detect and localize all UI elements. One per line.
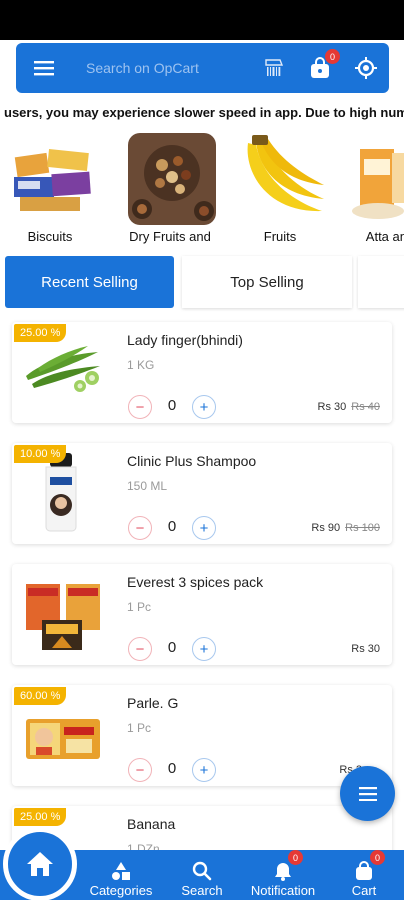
location-target-icon[interactable]: [343, 43, 389, 93]
status-bar: [0, 0, 404, 40]
decrease-qty-button[interactable]: −: [128, 395, 152, 419]
announcement-marquee: users, you may experience slower speed i…: [4, 105, 404, 120]
quantity-value: 0: [167, 518, 177, 535]
tab-recent-selling[interactable]: Recent Selling: [5, 256, 174, 308]
category-atta[interactable]: Atta and: [344, 130, 404, 250]
category-biscuits[interactable]: Biscuits: [4, 130, 96, 250]
home-button[interactable]: [3, 827, 77, 900]
okra-image: [22, 332, 104, 412]
product-name: Banana: [127, 816, 176, 832]
discount-badge: 25.00 %: [14, 324, 67, 342]
increase-qty-button[interactable]: +: [192, 516, 216, 540]
product-unit: 1 Pc: [127, 600, 152, 614]
nav-categories[interactable]: Categories: [88, 854, 154, 898]
price: Rs 30: [351, 643, 380, 655]
sale-price: Rs 30: [351, 643, 380, 655]
product-name: Everest 3 spices pack: [127, 574, 264, 590]
categories-icon: [112, 862, 130, 880]
quantity-value: 0: [167, 639, 177, 656]
fruits-image: [238, 133, 326, 225]
biscuits-image: [8, 133, 96, 225]
cart-count-badge: 0: [325, 49, 340, 64]
product-card[interactable]: 10.00 % Clinic Plus Shampoo 150 ML − 0 +…: [12, 443, 392, 544]
notification-count-badge: 0: [288, 850, 303, 865]
decrease-qty-button[interactable]: −: [128, 637, 152, 661]
menu-icon: [358, 786, 377, 801]
menu-icon[interactable]: [16, 43, 72, 93]
parle-g-image: [22, 695, 104, 775]
dry-fruits-image: [128, 133, 216, 225]
tab-top-selling[interactable]: Top Selling: [182, 256, 352, 308]
increase-qty-button[interactable]: +: [192, 395, 216, 419]
product-name: Clinic Plus Shampoo: [127, 453, 257, 469]
cart-icon: [356, 861, 372, 880]
nav-search[interactable]: Search: [176, 854, 228, 898]
product-unit: 150 ML: [127, 479, 168, 493]
mrp-price: Rs 100: [345, 522, 380, 534]
discount-badge: 10.00 %: [14, 445, 67, 463]
floating-menu-button[interactable]: [340, 766, 395, 821]
price: Rs 30 Rs 40: [318, 401, 381, 413]
top-app-bar: Search on OpCart 0: [16, 43, 389, 93]
product-tabs: Recent Selling Top Selling: [0, 256, 404, 310]
search-input[interactable]: Search on OpCart: [72, 60, 251, 76]
category-carousel: Biscuits Dry Fruits and Fruits Atta an: [0, 130, 404, 250]
home-icon: [27, 852, 53, 876]
cart-nav-badge: 0: [370, 850, 385, 865]
product-name: Parle. G: [127, 695, 179, 711]
nav-notification[interactable]: Notification 0: [246, 850, 320, 898]
category-label: Biscuits: [27, 229, 73, 244]
category-label: Dry Fruits and: [129, 229, 211, 244]
quantity-value: 0: [167, 760, 177, 777]
price: Rs 90 Rs 100: [311, 522, 380, 534]
spices-image: [22, 574, 104, 654]
nav-cart[interactable]: Cart 0: [344, 850, 385, 898]
bell-icon: [275, 863, 291, 881]
mrp-price: Rs 40: [351, 401, 380, 413]
category-fruits[interactable]: Fruits: [234, 130, 326, 250]
product-unit: 1 Pc: [127, 721, 152, 735]
cart-icon[interactable]: 0: [297, 43, 343, 93]
product-card[interactable]: 25.00 % Lady finger(bhindi) 1 KG − 0 + R…: [12, 322, 392, 423]
quantity-value: 0: [167, 397, 177, 414]
increase-qty-button[interactable]: +: [192, 637, 216, 661]
increase-qty-button[interactable]: +: [192, 758, 216, 782]
discount-badge: 25.00 %: [14, 808, 67, 826]
category-label: Fruits: [263, 229, 297, 244]
discount-badge: 60.00 %: [14, 687, 67, 705]
decrease-qty-button[interactable]: −: [128, 516, 152, 540]
category-dry-fruits[interactable]: Dry Fruits and: [124, 130, 216, 250]
product-unit: 1 KG: [127, 358, 155, 372]
sale-price: Rs 30: [317, 401, 347, 413]
sale-price: Rs 90: [311, 522, 341, 534]
product-card[interactable]: 60.00 % Parle. G 1 Pc − 0 + Rs 2: [12, 685, 392, 786]
search-icon: [192, 861, 212, 881]
product-card[interactable]: Everest 3 spices pack 1 Pc − 0 + Rs 30: [12, 564, 392, 665]
product-name: Lady finger(bhindi): [127, 332, 243, 348]
category-label: Atta and: [365, 229, 404, 244]
barcode-scan-icon[interactable]: [251, 43, 297, 93]
shampoo-image: [22, 453, 104, 533]
tab-more[interactable]: [358, 256, 404, 308]
atta-image: [348, 133, 404, 225]
decrease-qty-button[interactable]: −: [128, 758, 152, 782]
